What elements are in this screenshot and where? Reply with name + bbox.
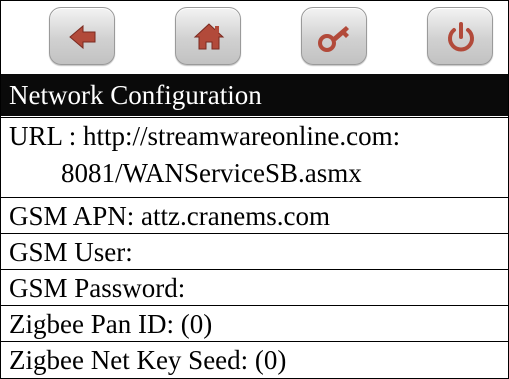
- url-value-continued: 8081/WANServiceSB.asmx: [61, 158, 362, 188]
- key-button[interactable]: [301, 7, 367, 65]
- power-button[interactable]: [427, 7, 493, 65]
- toolbar: [1, 1, 508, 72]
- network-config-screen: Network Configuration URL : http://strea…: [0, 0, 509, 379]
- gsm-user-row: GSM User:: [1, 233, 508, 269]
- power-icon: [448, 22, 474, 52]
- home-icon: [193, 23, 225, 50]
- back-button[interactable]: [49, 7, 115, 65]
- url-label-value: URL : http://streamwareonline.com:: [9, 121, 401, 151]
- back-arrow-icon: [69, 24, 96, 50]
- url-row: URL : http://streamwareonline.com: 8081/…: [1, 117, 508, 197]
- gsm-apn-row: GSM APN: attz.cranems.com: [1, 197, 508, 233]
- gsm-password-row: GSM Password:: [1, 269, 508, 305]
- key-icon: [318, 26, 349, 52]
- zigbee-net-key-seed-row: Zigbee Net Key Seed: (0): [1, 341, 508, 378]
- page-title: Network Configuration: [1, 74, 508, 116]
- home-button[interactable]: [175, 7, 241, 65]
- zigbee-pan-id-row: Zigbee Pan ID: (0): [1, 305, 508, 341]
